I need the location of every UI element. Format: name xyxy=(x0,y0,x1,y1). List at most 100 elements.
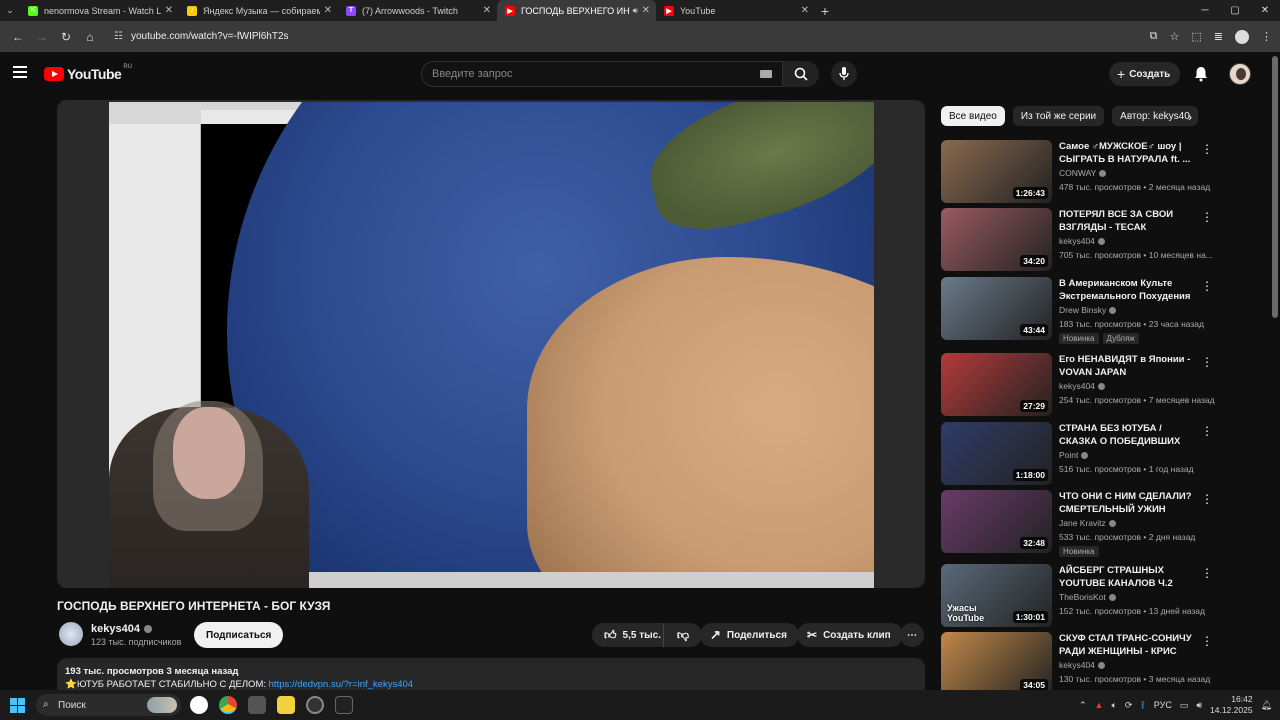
more-vertical-icon[interactable]: ⋮ xyxy=(1201,634,1213,648)
bookmark-star-icon[interactable]: ☆ xyxy=(1170,30,1180,43)
yandex-browser-icon[interactable] xyxy=(190,696,208,714)
forward-arrow-icon[interactable]: → xyxy=(30,30,54,44)
close-window-button[interactable]: ✕ xyxy=(1250,0,1280,21)
more-vertical-icon[interactable]: ⋮ xyxy=(1201,210,1213,224)
filter-chip[interactable]: Из той же серии xyxy=(1012,106,1105,126)
more-vertical-icon[interactable]: ⋮ xyxy=(1201,279,1213,293)
recommendation-channel-row[interactable]: CONWAY xyxy=(1059,168,1107,178)
create-clip-button[interactable]: ✂ Создать клип xyxy=(797,623,903,647)
maximize-button[interactable]: ▢ xyxy=(1220,0,1250,21)
minimize-button[interactable]: ─ xyxy=(1190,0,1220,21)
recommendation-item[interactable]: 27:29 Его НЕНАВИДЯТ в Японии - VOVAN JAP… xyxy=(941,353,1216,419)
recommendation-title[interactable]: ЧТО ОНИ С НИМ СДЕЛАЛИ? СМЕРТЕЛЬНЫЙ УЖИН xyxy=(1059,490,1199,516)
media-control-icon[interactable]: ≣ xyxy=(1214,30,1223,43)
more-actions-button[interactable]: ⋯ xyxy=(900,623,924,647)
recommendation-channel-row[interactable]: Drew Binsky xyxy=(1059,305,1117,315)
more-vertical-icon[interactable]: ⋮ xyxy=(1201,424,1213,438)
user-avatar[interactable] xyxy=(1229,63,1251,85)
media-app-icon[interactable] xyxy=(277,696,295,714)
sync-icon[interactable]: ⟳ xyxy=(1125,700,1133,711)
video-thumbnail[interactable]: 1:18:00 xyxy=(941,422,1052,485)
browser-tab[interactable]: K nenormova Stream - Watch Liv ✕ xyxy=(20,0,179,21)
keyboard-icon[interactable] xyxy=(760,70,772,78)
video-thumbnail[interactable]: 27:29 xyxy=(941,353,1052,416)
recommendation-channel-row[interactable]: kekys404 xyxy=(1059,236,1105,246)
channel-avatar[interactable] xyxy=(59,622,83,646)
chrome-icon[interactable] xyxy=(219,696,237,714)
browser-tab[interactable]: ▶ YouTube ✕ xyxy=(656,0,815,21)
video-player[interactable] xyxy=(57,100,925,588)
description-link[interactable]: https://dedvpn.su/?r=inf_kekys404 xyxy=(269,679,413,690)
video-thumbnail[interactable]: 1:26:43 xyxy=(941,140,1052,203)
browser-tab[interactable]: ♪ Яндекс Музыка — собираем м ✕ xyxy=(179,0,338,21)
recommendation-title[interactable]: СКУФ СТАЛ ТРАНС-СОНИЧУ РАДИ ЖЕНЩИНЫ - КР… xyxy=(1059,632,1199,658)
audio-playing-icon[interactable]: 🔊︎ xyxy=(633,6,638,16)
tab-search-chevron-icon[interactable]: ⌄ xyxy=(0,0,20,21)
browser-tab[interactable]: T (7) Arrowwoods - Twitch ✕ xyxy=(338,0,497,21)
recommendation-title[interactable]: В Американском Культе Экстремального Пох… xyxy=(1059,277,1199,303)
close-tab-icon[interactable]: ✕ xyxy=(483,5,491,16)
recommendation-item[interactable]: 43:44 В Американском Культе Экстремально… xyxy=(941,277,1216,344)
app-icon[interactable] xyxy=(248,696,266,714)
youtube-logo[interactable]: YouTube RU xyxy=(44,64,132,82)
recommendation-title[interactable]: АЙСБЕРГ СТРАШНЫХ YOUTUBE КАНАЛОВ Ч.2 xyxy=(1059,564,1199,590)
browser-tab[interactable]: ▶ ГОСПОДЬ ВЕРХНЕГО ИНТЕ 🔊︎ ✕ xyxy=(497,0,656,21)
close-tab-icon[interactable]: ✕ xyxy=(801,5,809,16)
search-input[interactable]: Введите запрос xyxy=(421,61,783,87)
new-tab-button[interactable]: + xyxy=(815,3,835,19)
chips-next-chevron-icon[interactable]: › xyxy=(1188,110,1192,124)
system-clock[interactable]: 16:42 14.12.2025 xyxy=(1210,694,1253,716)
reload-icon[interactable]: ↻ xyxy=(54,30,78,44)
subscribe-button[interactable]: Подписаться xyxy=(194,622,284,648)
recommendation-title[interactable]: ПОТЕРЯЛ ВСЕ ЗА СВОИ ВЗГЛЯДЫ - ТЕСАК xyxy=(1059,208,1199,234)
recommendation-item[interactable]: 34:05 СКУФ СТАЛ ТРАНС-СОНИЧУ РАДИ ЖЕНЩИН… xyxy=(941,632,1216,698)
recommendation-channel-row[interactable]: Point xyxy=(1059,450,1089,460)
like-button[interactable]: 👍︎ 5,5 тыс. xyxy=(592,623,664,647)
notifications-icon[interactable]: 🔔︎ xyxy=(1261,700,1272,711)
recommendation-item[interactable]: 1:18:00 СТРАНА БЕЗ ЮТУБА / СКАЗКА О ПОБЕ… xyxy=(941,422,1216,488)
back-arrow-icon[interactable]: ← xyxy=(6,30,30,44)
video-thumbnail[interactable]: 32:48 xyxy=(941,490,1052,553)
close-tab-icon[interactable]: ✕ xyxy=(642,5,650,16)
network-icon[interactable]: ▭ xyxy=(1180,700,1189,711)
channel-name-row[interactable]: kekys404 xyxy=(91,623,152,635)
recommendation-item[interactable]: 1:26:43 Самое ♂МУЖСКОЕ♂ шоу | СЫГРАТЬ В … xyxy=(941,140,1216,206)
close-tab-icon[interactable]: ✕ xyxy=(324,5,332,16)
recommendation-item[interactable]: 32:48 ЧТО ОНИ С НИМ СДЕЛАЛИ? СМЕРТЕЛЬНЫЙ… xyxy=(941,490,1216,557)
terminal-icon[interactable] xyxy=(335,696,353,714)
volume-icon[interactable]: 🔈︎ xyxy=(1111,700,1116,711)
tray-app-icon[interactable]: ▲ xyxy=(1095,700,1104,710)
install-app-icon[interactable]: ⧉ xyxy=(1150,30,1158,43)
more-vertical-icon[interactable]: ⋮ xyxy=(1201,142,1213,156)
obs-icon[interactable] xyxy=(306,696,324,714)
language-indicator[interactable]: РУС xyxy=(1154,700,1172,710)
share-button[interactable]: ↗ Поделиться xyxy=(700,623,799,647)
more-vertical-icon[interactable]: ⋮ xyxy=(1201,355,1213,369)
voice-search-button[interactable] xyxy=(831,61,857,87)
recommendation-channel-row[interactable]: TheBorisKot xyxy=(1059,592,1116,602)
recommendation-channel-row[interactable]: kekys404 xyxy=(1059,660,1105,670)
site-info-icon[interactable]: ☷ xyxy=(114,31,123,42)
recommendation-item[interactable]: Ужасы YouTube 1:30:01 АЙСБЕРГ СТРАШНЫХ Y… xyxy=(941,564,1216,630)
video-thumbnail[interactable]: Ужасы YouTube 1:30:01 xyxy=(941,564,1052,627)
more-vertical-icon[interactable]: ⋮ xyxy=(1201,566,1213,580)
recommendation-title[interactable]: Его НЕНАВИДЯТ в Японии - VOVAN JAPAN xyxy=(1059,353,1199,379)
video-thumbnail[interactable]: 43:44 xyxy=(941,277,1052,340)
search-button[interactable] xyxy=(783,61,819,87)
dislike-button[interactable]: 👎︎ xyxy=(664,623,702,647)
taskbar-search[interactable]: ⌕ Поиск xyxy=(36,694,181,716)
bluetooth-icon[interactable]: ᛒ xyxy=(1140,700,1145,710)
recommendation-item[interactable]: 34:20 ПОТЕРЯЛ ВСЕ ЗА СВОИ ВЗГЛЯДЫ - ТЕСА… xyxy=(941,208,1216,274)
video-thumbnail[interactable]: 34:20 xyxy=(941,208,1052,271)
tray-chevron-icon[interactable]: ⌃ xyxy=(1079,700,1087,711)
speaker-icon[interactable]: 🔊︎ xyxy=(1196,700,1202,711)
windows-start-icon[interactable] xyxy=(10,698,25,713)
filter-chip[interactable]: Все видео xyxy=(941,106,1005,126)
notifications-bell-icon[interactable] xyxy=(1193,66,1209,82)
browser-menu-icon[interactable]: ⋮ xyxy=(1261,30,1272,43)
recommendation-title[interactable]: Самое ♂МУЖСКОЕ♂ шоу | СЫГРАТЬ В НАТУРАЛА… xyxy=(1059,140,1199,166)
menu-burger-icon[interactable] xyxy=(13,66,27,81)
create-button[interactable]: + Создать xyxy=(1109,62,1181,86)
more-vertical-icon[interactable]: ⋮ xyxy=(1201,492,1213,506)
recommendation-channel-row[interactable]: Jane Kravitz xyxy=(1059,518,1116,528)
